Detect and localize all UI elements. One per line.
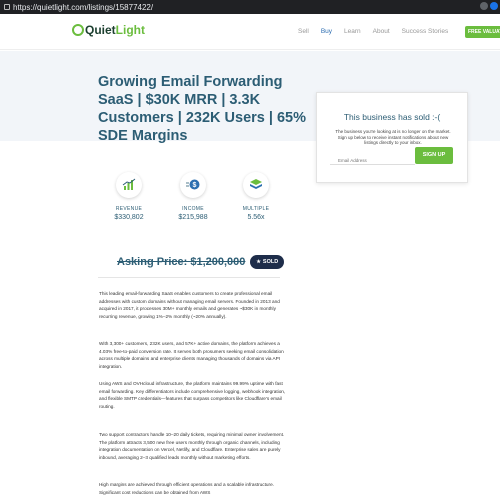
nav-sell[interactable]: Sell bbox=[298, 28, 309, 35]
description-paragraph: High margins are achieved through effici… bbox=[99, 482, 275, 495]
dollar-icon: $ bbox=[180, 172, 206, 198]
url-text[interactable]: https://quietlight.com/listings/15877422… bbox=[13, 3, 153, 12]
browser-url-bar[interactable]: https://quietlight.com/listings/15877422… bbox=[0, 0, 500, 14]
free-valuation-button[interactable]: FREE VALUATI bbox=[465, 26, 500, 38]
site-header: Quiet Light Sell Buy Learn About Success … bbox=[0, 14, 500, 50]
stat-label: INCOME bbox=[182, 206, 204, 212]
sold-heading: This business has sold :-( bbox=[343, 112, 441, 122]
description-paragraph: Two support contractors handle 10–20 dai… bbox=[99, 432, 285, 460]
sold-notice-card: This business has sold :-( The business … bbox=[316, 92, 468, 183]
description-paragraph: With 3,300+ customers, 232K users, and 5… bbox=[99, 341, 284, 369]
signup-button[interactable]: SIGN UP bbox=[415, 147, 453, 164]
logo-text-light: Light bbox=[115, 23, 145, 37]
lock-icon bbox=[4, 4, 10, 10]
stat-label: REVENUE bbox=[115, 206, 143, 212]
svg-text:$: $ bbox=[193, 182, 197, 189]
quietlight-logo[interactable]: Quiet Light bbox=[72, 23, 145, 37]
nav-success-stories[interactable]: Success Stories bbox=[402, 28, 449, 35]
email-field[interactable]: Email Address bbox=[330, 157, 415, 165]
description-paragraph: Using AWS and OVHcloud infrastructure, t… bbox=[99, 381, 286, 409]
extension-icon[interactable] bbox=[480, 2, 488, 10]
nav-about[interactable]: About bbox=[373, 28, 390, 35]
stat-income: $ INCOME $215,988 bbox=[163, 172, 223, 221]
asking-price: Asking Price: $1,200,000 bbox=[117, 256, 246, 268]
profile-icon[interactable] bbox=[490, 2, 498, 10]
logo-mark-icon bbox=[72, 24, 84, 36]
nav-learn[interactable]: Learn bbox=[344, 28, 361, 35]
sold-text: The business you're looking at is no lon… bbox=[335, 129, 451, 145]
logo-text-quiet: Quiet bbox=[85, 23, 116, 37]
layers-icon bbox=[243, 172, 269, 198]
stat-label: MULTIPLE bbox=[242, 206, 270, 212]
divider bbox=[98, 277, 280, 278]
sold-badge: ★ SOLD bbox=[250, 255, 285, 269]
price-row: Asking Price: $1,200,000 ★ SOLD bbox=[117, 255, 285, 269]
main-nav: Sell Buy Learn About Success Stories bbox=[298, 28, 460, 35]
stat-multiple: MULTIPLE 5.56x bbox=[226, 172, 286, 221]
stat-revenue: REVENUE $330,802 bbox=[99, 172, 159, 221]
nav-buy[interactable]: Buy bbox=[321, 28, 332, 35]
bar-chart-icon bbox=[116, 172, 142, 198]
stat-value: 5.56x bbox=[247, 214, 265, 221]
star-icon: ★ bbox=[256, 259, 261, 265]
listing-title: Growing Email Forwarding SaaS | $30K MRR… bbox=[98, 74, 306, 144]
stat-value: $330,802 bbox=[114, 214, 144, 221]
browser-extensions bbox=[480, 2, 498, 10]
stat-value: $215,988 bbox=[178, 214, 208, 221]
description-paragraph: This leading email-forwarding SaaS enabl… bbox=[99, 291, 280, 319]
sold-badge-label: SOLD bbox=[262, 259, 279, 265]
